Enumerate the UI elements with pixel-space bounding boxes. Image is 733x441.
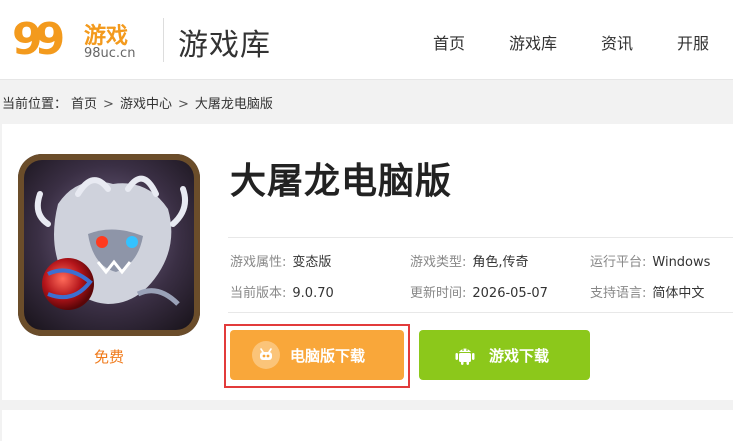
pc-download-button[interactable]: 电脑版下载 xyxy=(230,330,404,380)
section-title: 游戏库 xyxy=(178,28,271,63)
top-header: 99 游戏 98uc.cn 游戏库 首页 游戏库 资讯 开服 xyxy=(0,0,733,80)
pc-download-label: 电脑版下载 xyxy=(290,346,366,365)
breadcrumb-home[interactable]: 首页 xyxy=(71,97,97,112)
info-version: 当前版本: 9.0.70 xyxy=(230,282,334,301)
info-key: 游戏属性: xyxy=(230,255,287,270)
info-value: 变态版 xyxy=(292,255,332,270)
info-key: 支持语言: xyxy=(590,286,647,301)
info-key: 更新时间: xyxy=(410,286,467,301)
info-divider xyxy=(228,237,733,238)
logo-mark: 99 xyxy=(12,14,65,65)
game-download-button[interactable]: 游戏下载 xyxy=(419,330,590,380)
info-value: Windows xyxy=(652,255,711,270)
price-label: 免费 xyxy=(93,348,124,366)
game-title: 大屠龙电脑版 xyxy=(230,161,453,202)
site-logo[interactable]: 99 游戏 98uc.cn xyxy=(12,12,152,66)
nav-news[interactable]: 资讯 xyxy=(601,30,633,54)
game-icon-image[interactable] xyxy=(18,154,200,336)
gamepad-icon xyxy=(252,341,280,369)
info-platform: 运行平台: Windows xyxy=(590,251,710,270)
info-update-time: 更新时间: 2026-05-07 xyxy=(410,282,548,301)
breadcrumb-separator: > xyxy=(177,97,189,112)
header-divider xyxy=(163,18,164,62)
logo-domain: 98uc.cn xyxy=(84,46,136,61)
nav-game-library[interactable]: 游戏库 xyxy=(509,30,557,54)
android-icon xyxy=(451,341,479,369)
breadcrumb-separator: > xyxy=(103,97,114,112)
info-key: 当前版本: xyxy=(230,286,287,301)
info-language: 支持语言: 简体中文 xyxy=(590,282,704,301)
breadcrumb: 当前位置： 首页 > 游戏中心 > 大屠龙电脑版 xyxy=(2,93,277,112)
info-game-attribute: 游戏属性: 变态版 xyxy=(230,251,331,270)
info-key: 游戏类型: xyxy=(410,255,467,270)
info-key: 运行平台: xyxy=(590,255,647,270)
breadcrumb-game-center[interactable]: 游戏中心 xyxy=(120,97,172,112)
info-game-type: 游戏类型: 角色,传奇 xyxy=(410,251,529,270)
game-download-label: 游戏下载 xyxy=(489,346,550,365)
info-value: 9.0.70 xyxy=(292,286,334,301)
info-value: 简体中文 xyxy=(652,286,705,301)
info-value: 角色,传奇 xyxy=(472,255,529,270)
nav-home[interactable]: 首页 xyxy=(433,30,465,54)
main-nav: 首页 游戏库 资讯 开服 xyxy=(389,30,709,54)
info-value: 2026-05-07 xyxy=(472,286,548,301)
nav-server-open[interactable]: 开服 xyxy=(677,30,709,54)
breadcrumb-prefix: 当前位置： xyxy=(2,97,68,112)
breadcrumb-current: 大屠龙电脑版 xyxy=(194,97,273,112)
next-section-strip xyxy=(2,410,733,441)
info-divider xyxy=(228,312,733,313)
